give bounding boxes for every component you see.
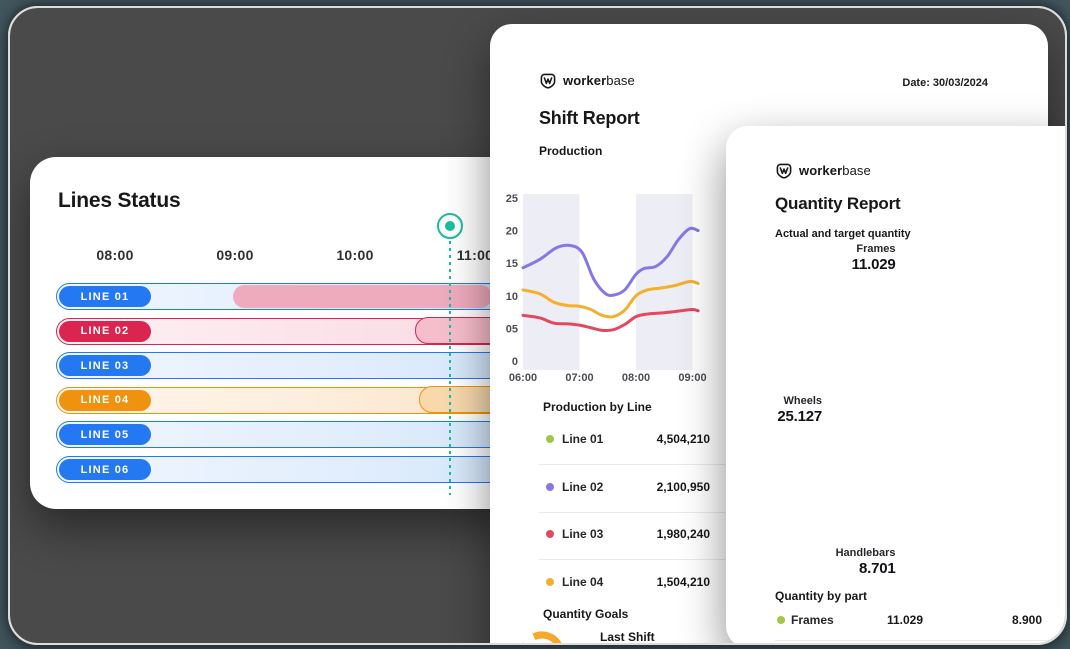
series-color-dot — [546, 578, 554, 586]
line-label-pill: LINE 01 — [59, 286, 151, 307]
quantity-by-part-heading: Quantity by part — [775, 589, 867, 603]
line-label-pill: LINE 02 — [59, 321, 151, 342]
workerbase-logo: workerbase — [539, 72, 635, 90]
line-label-pill: LINE 06 — [59, 459, 151, 480]
part-name: Frames — [791, 613, 834, 627]
x-axis-tick-label: 06:00 — [509, 372, 537, 384]
quantity-report-card: workerbase Quantity Report Actual and ta… — [726, 126, 1067, 645]
part-target-value: 8.900 — [972, 613, 1042, 627]
mockup-stage: Lines Status 08:00 09:00 10:00 11:00 LINE 01… — [0, 0, 1070, 649]
series-color-dot — [546, 530, 554, 538]
x-axis-tick-label: 07:00 — [565, 372, 593, 384]
workerbase-logo-icon — [539, 72, 557, 90]
line-row[interactable]: LINE 05 — [56, 421, 522, 448]
list-divider — [539, 559, 729, 560]
y-axis-tick-label: 0 — [512, 356, 518, 368]
series-color-dot — [777, 616, 785, 624]
y-axis-tick-label: 10 — [506, 291, 518, 303]
line-row[interactable]: LINE 03 — [56, 352, 522, 379]
line-label-pill: LINE 05 — [59, 424, 151, 445]
now-marker-line — [449, 241, 451, 495]
device-frame: Lines Status 08:00 09:00 10:00 11:00 LINE 01… — [8, 6, 1067, 645]
line-value: 2,100,950 — [620, 480, 710, 494]
line-value: 1,980,240 — [620, 527, 710, 541]
last-shift-label: Last Shift — [600, 630, 655, 644]
shift-report-title: Shift Report — [539, 108, 640, 129]
axis-value: 8.701 — [836, 560, 896, 577]
axis-name: Frames — [852, 243, 896, 256]
line-name: Line 01 — [562, 432, 603, 446]
production-heading: Production — [539, 144, 602, 158]
line-label-pill: LINE 03 — [59, 355, 151, 376]
x-axis-tick-label: 08:00 — [622, 372, 650, 384]
radar-axis-label: Wheels25.127 — [777, 395, 822, 425]
line-label-pill: LINE 04 — [59, 390, 151, 411]
radar-chart-area: Frames11.029S1Brakes6.0Handlebars8.701Wh… — [726, 126, 1067, 645]
line-row[interactable]: LINE 02 — [56, 318, 522, 345]
radar-axis-label: Handlebars8.701 — [836, 547, 896, 577]
radar-axis-label: Frames11.029 — [852, 243, 896, 273]
lines-status-title: Lines Status — [58, 189, 180, 213]
line-value: 1,504,210 — [620, 575, 710, 589]
line-row[interactable]: LINE 04 — [56, 387, 522, 414]
report-date: Date: 30/03/2024 — [902, 77, 988, 89]
y-axis-tick-label: 05 — [506, 323, 518, 335]
series-color-dot — [546, 435, 554, 443]
y-axis-tick-label: 20 — [506, 226, 518, 238]
line-name: Line 04 — [562, 575, 603, 589]
axis-value: 25.127 — [777, 408, 822, 425]
downtime-segment — [233, 285, 492, 308]
series-color-dot — [546, 483, 554, 491]
now-marker-handle[interactable] — [437, 213, 463, 239]
list-divider — [775, 640, 1056, 641]
axis-name: Handlebars — [836, 547, 896, 560]
list-divider — [539, 512, 729, 513]
part-actual-value: 11.029 — [870, 613, 940, 627]
x-axis-tick-label: 09:00 — [678, 372, 706, 384]
axis-value: 11.029 — [852, 256, 896, 273]
logo-text-light: base — [606, 73, 635, 88]
chart-band — [523, 194, 580, 370]
quantity-goals-heading: Quantity Goals — [543, 607, 628, 621]
logo-text-bold: worker — [563, 73, 606, 88]
last-shift-donut-arc — [518, 629, 567, 645]
time-axis-label: 08:00 — [96, 247, 133, 263]
time-axis-label: 09:00 — [216, 247, 253, 263]
axis-name: Wheels — [777, 395, 822, 408]
line-row[interactable]: LINE 06 — [56, 456, 522, 483]
last-shift-donut-chart — [518, 628, 588, 645]
line-name: Line 02 — [562, 480, 603, 494]
line-value: 4,504,210 — [620, 432, 710, 446]
time-axis-label: 11:00 — [457, 247, 494, 263]
time-axis-label: 10:00 — [336, 247, 373, 263]
line-row[interactable]: LINE 01 — [56, 283, 522, 310]
production-by-line-heading: Production by Line — [543, 400, 652, 414]
y-axis-tick-label: 25 — [506, 193, 518, 205]
lines-status-card: Lines Status 08:00 09:00 10:00 11:00 LINE 01… — [30, 157, 522, 509]
list-divider — [539, 464, 729, 465]
line-name: Line 03 — [562, 527, 603, 541]
y-axis-tick-label: 15 — [506, 258, 518, 270]
